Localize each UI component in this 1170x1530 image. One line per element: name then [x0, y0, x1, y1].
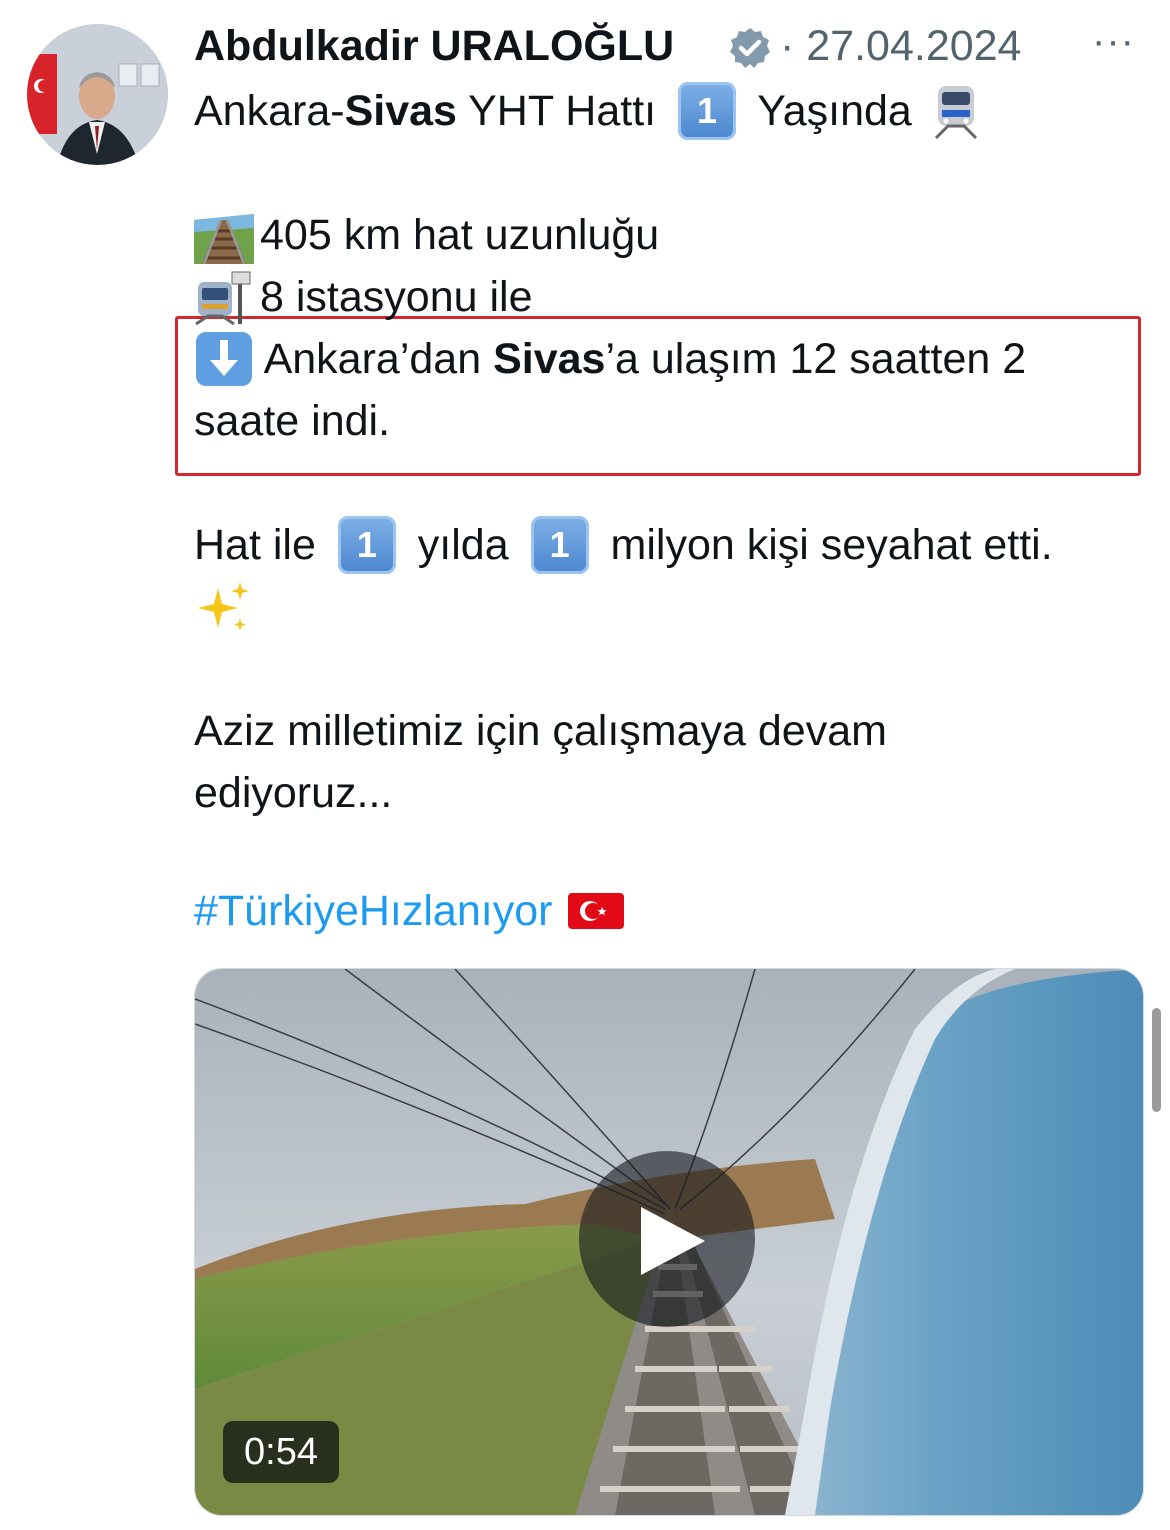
text-segment: Ankara- — [194, 87, 345, 135]
text-segment: ’a ulaşım 12 saatten 2 — [605, 335, 1027, 383]
tweet-line-sparkles — [194, 576, 1124, 638]
text-segment: saate indi. — [194, 397, 391, 445]
text-segment: 8 istasyonu ile — [260, 273, 533, 321]
text-segment: Yaşında — [746, 87, 912, 135]
text-segment: YHT Hattı — [456, 87, 669, 135]
tweet-text: Ankara- Sivas YHT Hattı 1 Yaşında 405 km… — [194, 80, 1124, 942]
tweet-line-hashtag: #TürkiyeHızlanıyor — [194, 880, 1124, 942]
text-segment: Ankara’dan — [254, 335, 494, 383]
author-name[interactable]: Abdulkadir URALOĞLU — [194, 20, 674, 72]
tweet-date[interactable]: · 27.04.2024 — [780, 20, 1021, 72]
text-segment: 405 km hat uzunluğu — [260, 211, 660, 259]
tweet-line-title: Ankara- Sivas YHT Hattı 1 Yaşında — [194, 80, 1124, 142]
tweet-line-length: 405 km hat uzunluğu — [194, 204, 1124, 266]
avatar[interactable] — [27, 24, 168, 165]
text-segment: milyon kişi seyahat etti. — [598, 521, 1053, 569]
hashtag-link[interactable]: #TürkiyeHızlanıyor — [194, 880, 552, 942]
turkey-flag-icon — [568, 893, 625, 929]
train-emoji-icon — [926, 82, 986, 140]
tweet-line-closing-cont: ediyoruz... — [194, 762, 1124, 824]
keycap-one-icon: 1 — [678, 82, 737, 140]
keycap-one-icon: 1 — [337, 516, 396, 574]
play-icon — [641, 1207, 705, 1275]
tweet-header: Abdulkadir URALOĞLU · 27.04.2024 ··· — [194, 18, 1144, 74]
scrollbar[interactable] — [1152, 1008, 1161, 1112]
more-options-icon[interactable]: ··· — [1092, 21, 1135, 61]
sparkles-emoji-icon — [194, 578, 254, 636]
tweet-line-closing: Aziz milletimiz için çalışmaya devam — [194, 700, 1124, 762]
tweet-line-passengers: Hat ile 1 yılda 1 milyon kişi seyahat et… — [194, 514, 1124, 576]
keycap-one-icon: 1 — [530, 516, 589, 574]
railway-track-emoji-icon — [194, 206, 254, 265]
tweet-line-stations: 8 istasyonu ile — [194, 266, 1124, 328]
station-emoji-icon — [194, 268, 254, 326]
play-button[interactable] — [579, 1151, 755, 1327]
tweet-line-time-cont: saate indi. — [194, 390, 1124, 452]
verified-badge-icon — [728, 26, 772, 70]
text-segment: Aziz milletimiz için çalışmaya devam — [194, 707, 887, 755]
video-duration-badge: 0:54 — [223, 1421, 339, 1483]
video-player[interactable]: 0:54 — [194, 968, 1144, 1516]
tweet-line-time: Ankara’dan Sivas ’a ulaşım 12 saatten 2 — [194, 328, 1124, 390]
text-segment: yılda — [405, 521, 521, 569]
text-bold: Sivas — [493, 335, 606, 383]
text-segment: Hat ile — [194, 521, 328, 569]
text-bold: Sivas — [344, 87, 457, 135]
down-arrow-emoji-icon — [194, 330, 254, 388]
text-segment: ediyoruz... — [194, 769, 393, 817]
